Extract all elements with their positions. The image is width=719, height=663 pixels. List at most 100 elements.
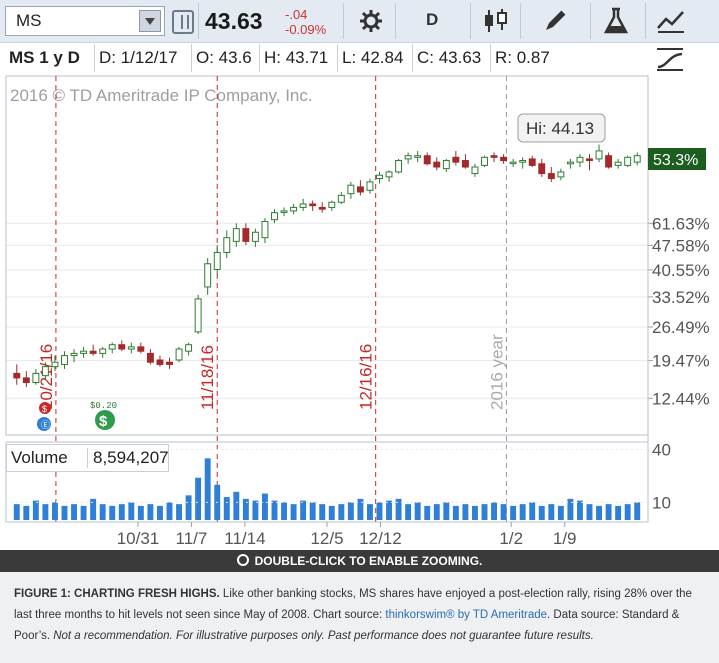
candle [605,152,613,169]
y-axis-label: 12.44% [652,389,710,408]
candle-body [242,228,250,242]
volume-bar [596,505,603,520]
candle [347,181,355,199]
candle-body [175,348,183,361]
zoom-bar[interactable]: DOUBLE-CLICK TO ENABLE ZOOMING. [0,550,719,572]
candle [528,155,536,168]
candle-body [461,160,469,168]
candle-body [614,161,622,166]
volume-bar [223,497,230,520]
candle [385,170,393,182]
candle-body [519,160,527,163]
volume-bar [147,504,154,520]
volume-bar [538,505,545,520]
zoom-bar-text: DOUBLE-CLICK TO ENABLE ZOOMING. [254,554,483,568]
caption-title: FIGURE 1: CHARTING FRESH HIGHS. [14,588,220,600]
candle [452,150,460,166]
volume-bar [13,504,20,520]
candle-body [166,361,173,365]
candle-body [13,372,21,379]
volume-bar [281,502,288,520]
candle-body [633,155,641,163]
candle [519,157,527,169]
candle [356,180,364,196]
candles [13,144,641,388]
volume-bar [634,502,641,520]
candle [213,245,221,276]
volume-bar [624,504,631,520]
candle-body [99,348,107,354]
candle-body [280,210,288,213]
candle-body [576,156,584,163]
candle-body [442,160,450,170]
candle-body [232,228,240,242]
volume-bar [118,504,125,520]
candle-body [41,366,49,377]
volume-bar [61,505,68,520]
vertical-marker-label: 10/21/16 [37,344,56,410]
candle [166,357,173,369]
volume-bar [71,504,78,520]
candle-body [547,173,555,180]
candle [204,258,212,295]
candle [251,228,259,247]
candle [633,152,641,166]
candle [586,154,593,171]
caption-link[interactable]: thinkorswim® by TD Ameritrade [385,609,547,621]
volume-bar [195,477,202,520]
y-axis-label: 26.49% [652,318,710,337]
volume-bar [615,505,622,520]
x-axis-label: 1/9 [553,529,577,548]
candle-body [251,231,259,242]
candle-body [376,174,383,180]
candle-body [137,346,145,352]
candle [175,346,183,363]
candle [395,158,403,174]
x-axis-label: 11/7 [176,529,208,548]
volume-bar [471,505,478,520]
candle [156,355,164,367]
candle [624,155,632,168]
volume-bar [51,502,58,520]
caption-disclaimer: Not a recommendation. For illustrative p… [53,630,594,642]
volume-label-box: Volume 8,594,207 [6,444,169,472]
candle [232,223,240,247]
candle-body [223,237,231,253]
candle-body [557,171,565,178]
volume-bar [605,504,612,520]
dividend-label: $0.20 [90,401,117,411]
x-axis-label: 11/14 [224,529,265,548]
candle [280,207,288,217]
candle-body [318,206,326,210]
candle [595,144,603,163]
current-value-label: 53.3% [653,152,698,169]
volume-bar [481,504,488,520]
candle-body [328,201,336,208]
y-axis-label: 61.63% [652,214,710,233]
candle [471,163,479,177]
volume-bar [300,500,307,520]
candle-body [509,161,517,165]
volume-axis-label: 10 [652,493,671,512]
candle [566,158,574,169]
candle-body [538,163,546,175]
candle [118,340,126,352]
candle-body [185,344,193,352]
candle-body [356,186,364,193]
candle-body [118,344,126,350]
candle-body [337,194,345,203]
volume-bar [557,505,564,520]
dividend-event[interactable]: $ $0.20 [90,401,117,430]
volume-bar [328,505,335,520]
candle [557,168,565,181]
candle-body [423,155,431,165]
volume-bar [80,505,87,520]
candle [576,154,584,168]
volume-bar [156,505,163,520]
candle-body [271,212,278,221]
candle-body [290,206,298,212]
volume-bar [233,491,240,520]
candle-body [490,155,498,158]
candle-body [146,352,154,363]
y-axis-label: 47.58% [652,236,710,255]
